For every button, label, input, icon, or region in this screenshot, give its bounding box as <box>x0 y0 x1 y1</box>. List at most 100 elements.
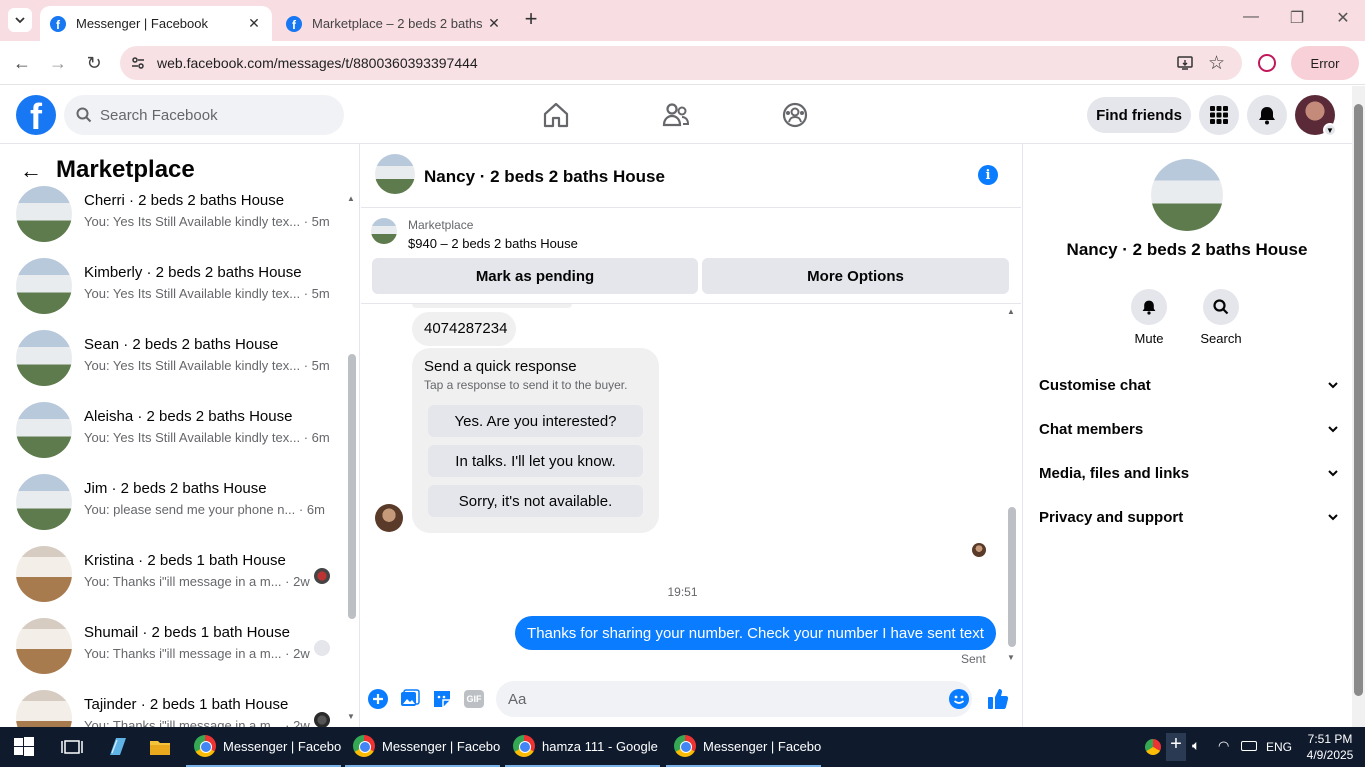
taskbar-app-messenger-2[interactable]: Messenger | Faceboo... <box>345 727 500 767</box>
show-hidden-icons-icon[interactable]: + <box>1166 733 1186 761</box>
quick-response-button[interactable]: In talks. I'll let you know. <box>428 445 643 477</box>
chat-members-section[interactable]: Chat members <box>1039 407 1339 451</box>
wifi-icon[interactable]: ◠ <box>1218 738 1229 754</box>
scroll-up-arrow-icon[interactable]: ▲ <box>1007 307 1015 316</box>
close-tab-icon[interactable]: ✕ <box>246 15 262 32</box>
gif-button[interactable]: GIF <box>463 688 485 710</box>
chrome-tray-icon[interactable] <box>1145 739 1161 755</box>
task-view-icon[interactable] <box>60 735 84 759</box>
input-language[interactable]: ENG <box>1266 740 1292 754</box>
file-explorer-icon[interactable] <box>148 735 172 759</box>
mute-button[interactable]: Mute <box>1121 289 1177 346</box>
conversation-item[interactable]: Aleisha · 2 beds 2 baths House You: Yes … <box>16 400 346 460</box>
privacy-support-section[interactable]: Privacy and support <box>1039 495 1339 539</box>
seen-avatar-icon <box>314 568 330 584</box>
conversation-snippet: You: Thanks i"ill message in a m... · 2w <box>84 574 310 589</box>
scrollbar-thumb[interactable] <box>348 354 356 619</box>
conversation-snippet: You: Thanks i"ill message in a m... · 2w <box>84 718 310 727</box>
close-window-icon[interactable]: ✕ <box>1320 8 1365 32</box>
find-friends-button[interactable]: Find friends <box>1087 97 1191 133</box>
forward-arrow-icon[interactable]: → <box>46 51 70 75</box>
conversation-item[interactable]: Kristina · 2 beds 1 bath House You: Than… <box>16 544 346 604</box>
list-scrollbar[interactable]: ▲ ▼ <box>346 194 358 724</box>
conversation-item[interactable]: Tajinder · 2 beds 1 bath House You: Than… <box>16 688 346 727</box>
quick-response-button[interactable]: Sorry, it's not available. <box>428 485 643 517</box>
sender-avatar[interactable] <box>375 504 403 532</box>
bookmark-star-icon[interactable]: ☆ <box>1208 52 1225 75</box>
quick-response-subtitle: Tap a response to send it to the buyer. <box>424 378 628 392</box>
listing-thumbnail[interactable] <box>371 218 397 244</box>
back-arrow-icon[interactable]: ← <box>20 158 42 184</box>
groups-icon[interactable] <box>780 100 810 130</box>
message-input[interactable] <box>496 681 972 717</box>
browser-tab-marketplace[interactable]: f Marketplace – 2 beds 2 baths H ✕ <box>276 6 512 41</box>
info-icon[interactable]: i <box>978 165 998 185</box>
address-bar[interactable]: web.facebook.com/messages/t/880036039339… <box>120 46 1242 80</box>
listing-thumbnail[interactable] <box>375 154 415 194</box>
new-tab-button[interactable]: + <box>520 8 542 32</box>
customise-chat-section[interactable]: Customise chat <box>1039 363 1339 407</box>
notifications-button[interactable] <box>1247 95 1287 135</box>
battery-icon[interactable] <box>1241 741 1257 751</box>
browser-tab-messenger[interactable]: f Messenger | Facebook ✕ <box>40 6 272 41</box>
profile-error-button[interactable]: Error <box>1291 46 1359 80</box>
windows-start-icon[interactable] <box>12 735 36 759</box>
back-arrow-icon[interactable]: ← <box>10 51 34 75</box>
install-app-icon[interactable] <box>1176 54 1194 72</box>
account-avatar[interactable]: ▼ <box>1295 95 1337 137</box>
close-tab-icon[interactable]: ✕ <box>486 15 502 32</box>
page-scrollbar[interactable] <box>1352 86 1365 727</box>
sticker-button[interactable] <box>431 688 453 710</box>
search-in-conversation-button[interactable]: Search <box>1193 289 1249 346</box>
scrollbar-thumb[interactable] <box>1008 507 1016 647</box>
scroll-up-arrow-icon[interactable]: ▲ <box>347 194 355 203</box>
mark-as-pending-button[interactable]: Mark as pending <box>372 258 698 294</box>
conversation-item[interactable]: Kimberly · 2 beds 2 baths House You: Yes… <box>16 256 346 316</box>
system-clock[interactable]: 7:51 PM 4/9/2025 <box>1302 731 1358 763</box>
seen-avatar-icon <box>972 543 986 557</box>
scrollbar-thumb[interactable] <box>1354 104 1363 696</box>
conversation-item[interactable]: Cherri · 2 beds 2 baths House You: Yes I… <box>16 184 346 244</box>
tab-search-button[interactable] <box>8 8 32 32</box>
restore-window-icon[interactable]: ❐ <box>1274 8 1320 32</box>
media-files-links-section[interactable]: Media, files and links <box>1039 451 1339 495</box>
conversation-item[interactable]: Jim · 2 beds 2 baths House You: please s… <box>16 472 346 532</box>
message-status: Sent <box>961 652 986 666</box>
sent-message[interactable]: Thanks for sharing your number. Check yo… <box>515 616 996 650</box>
taskbar-app-messenger-3[interactable]: Messenger | Faceboo... <box>666 727 821 767</box>
notepad-app-icon[interactable] <box>106 735 130 759</box>
conversation-item[interactable]: Sean · 2 beds 2 baths House You: Yes Its… <box>16 328 346 388</box>
scroll-down-arrow-icon[interactable]: ▼ <box>1007 653 1015 662</box>
listing-thumbnail[interactable] <box>1151 159 1223 231</box>
chat-title[interactable]: Nancy · 2 beds 2 baths House <box>424 167 665 187</box>
home-icon[interactable] <box>541 100 571 130</box>
listing-price-title[interactable]: $940 – 2 beds 2 baths House <box>408 236 578 251</box>
facebook-search-box[interactable]: Search Facebook <box>64 95 344 135</box>
profile-icon[interactable] <box>1258 54 1276 72</box>
reload-icon[interactable]: ↻ <box>82 51 106 75</box>
facebook-logo[interactable]: f <box>16 95 56 135</box>
quick-response-button[interactable]: Yes. Are you interested? <box>428 405 643 437</box>
site-info-icon[interactable] <box>130 55 146 71</box>
taskbar-app-messenger-1[interactable]: Messenger | Faceboo... <box>186 727 341 767</box>
url-text: web.facebook.com/messages/t/880036039339… <box>157 55 478 71</box>
search-label: Search <box>1200 331 1242 346</box>
menu-button[interactable] <box>1199 95 1239 135</box>
chat-scrollbar[interactable]: ▲ ▼ <box>1005 307 1019 664</box>
scroll-down-arrow-icon[interactable]: ▼ <box>347 712 355 721</box>
conversation-item[interactable]: Shumail · 2 beds 1 bath House You: Thank… <box>16 616 346 676</box>
minimize-window-icon[interactable]: — <box>1228 8 1274 32</box>
emoji-button[interactable] <box>948 688 970 710</box>
search-placeholder: Search Facebook <box>100 106 218 124</box>
received-message[interactable]: 4074287234 <box>412 312 516 346</box>
like-button[interactable] <box>987 688 1009 710</box>
friends-icon[interactable] <box>661 100 691 130</box>
grid-menu-icon <box>1210 106 1228 124</box>
taskbar-app-google[interactable]: hamza 111 - Google ... <box>505 727 660 767</box>
mute-label: Mute <box>1134 331 1164 346</box>
more-options-button[interactable]: More Options <box>702 258 1009 294</box>
section-label: Privacy and support <box>1039 508 1184 526</box>
volume-icon[interactable]: 🔈︎ <box>1192 737 1200 754</box>
more-actions-button[interactable] <box>367 688 389 710</box>
attach-photo-button[interactable] <box>399 688 421 710</box>
